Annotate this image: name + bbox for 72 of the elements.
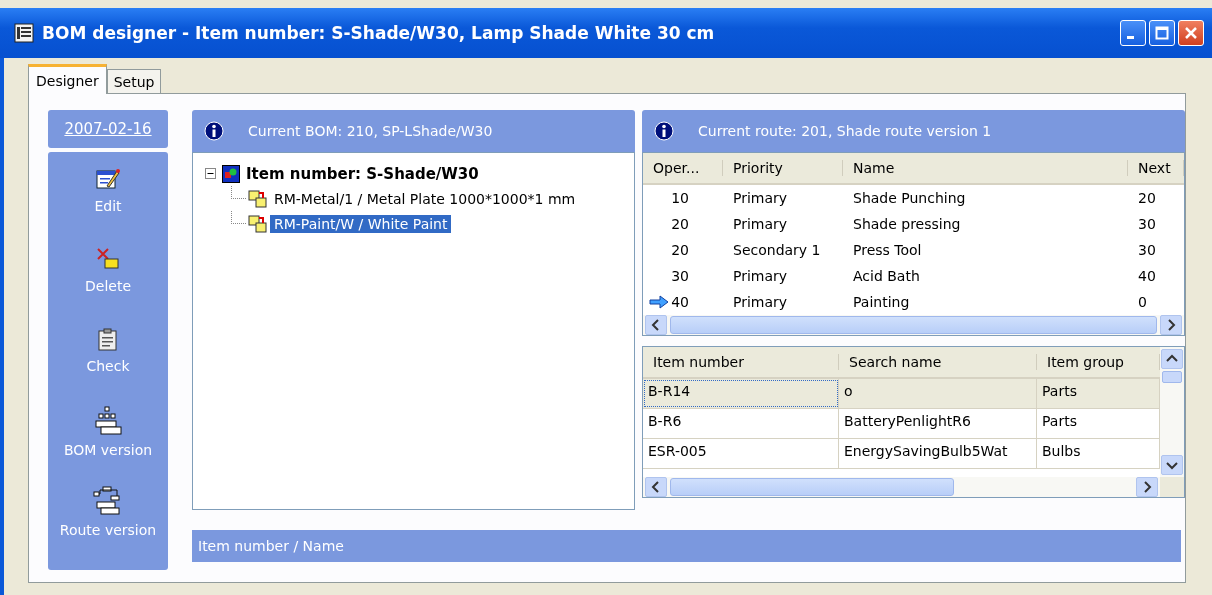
table-cell-text: Secondary 1 [732, 242, 822, 258]
tree-item[interactable]: RM-Metal/1 / Metal Plate 1000*1000*1 mm [270, 189, 580, 208]
table-cell-text: Primary [732, 190, 789, 206]
filter-label: Item number / Name [198, 538, 344, 554]
table-cell: 10 [671, 190, 689, 206]
table-cell: BatteryPenlightR6 [839, 409, 1037, 438]
column-header[interactable]: Search name [839, 354, 1037, 370]
tree-item[interactable]: RM-Paint/W / White Paint [270, 214, 452, 233]
info-icon [654, 121, 674, 141]
tree-item[interactable]: Item number: S-Shade/W30 [246, 164, 479, 183]
table-cell: B-R14 [643, 379, 839, 408]
chevron-down-icon[interactable] [1166, 460, 1178, 470]
tab[interactable]: Setup [106, 69, 162, 93]
table-cell-text: Primary [732, 268, 789, 284]
component-icon [248, 189, 268, 208]
collapse-icon[interactable] [205, 168, 216, 179]
maximize-button[interactable] [1149, 20, 1175, 46]
table-cell-text: Shade pressing [852, 216, 962, 232]
table-cell-text: Primary [732, 294, 789, 310]
table-cell: o [839, 379, 1037, 408]
window-icon [14, 23, 34, 43]
close-button[interactable] [1178, 20, 1204, 46]
column-header[interactable]: Name [843, 160, 1128, 176]
table-cell-text: Primary [732, 216, 789, 232]
bom-title: Current BOM: 210, SP-LShade/W30 [248, 123, 493, 139]
hierarchy-icon [94, 406, 122, 436]
table-cell-text: 0 [1137, 294, 1148, 310]
chevron-right-icon[interactable] [1166, 319, 1176, 331]
table-cell: 20 [671, 242, 689, 258]
table-cell-text: Shade Punching [852, 190, 967, 206]
table-cell-text: 40 [1137, 268, 1157, 284]
vertical-scrollbar[interactable] [1160, 347, 1184, 477]
table-cell-text: 30 [1137, 242, 1157, 258]
table-cell-text: Acid Bath [852, 268, 921, 284]
chevron-left-icon[interactable] [651, 319, 661, 331]
horizontal-scrollbar[interactable] [643, 315, 1184, 335]
table-cell: 40 [671, 294, 689, 310]
column-header[interactable]: Next [1128, 160, 1184, 176]
arrow-icon [649, 295, 670, 309]
info-icon [204, 121, 224, 141]
chevron-up-icon[interactable] [1166, 354, 1178, 364]
window-title: BOM designer - Item number: S-Shade/W30, Lamp Shade White 30 cm [42, 23, 715, 43]
edit-icon [95, 166, 121, 192]
column-header[interactable]: Item number [643, 354, 839, 370]
chevron-left-icon[interactable] [651, 481, 661, 493]
scroll-thumb[interactable] [1162, 371, 1182, 383]
item-row[interactable]: B-R6 BatteryPenlightR6 Parts [643, 409, 1160, 439]
table-cell-text: Painting [852, 294, 911, 310]
table-cell: 30 [671, 268, 689, 284]
table-cell-text: 20 [1137, 190, 1157, 206]
component-icon [248, 214, 268, 233]
maximize-icon [1155, 26, 1169, 40]
column-header[interactable]: Oper... [643, 160, 723, 176]
item-row[interactable]: ESR-005 EnergySavingBulb5Wat Bulbs [643, 439, 1160, 469]
item-row[interactable]: B-R14 o Parts [643, 379, 1160, 409]
chevron-right-icon[interactable] [1142, 481, 1152, 493]
minimize-button[interactable] [1120, 20, 1146, 46]
table-cell: EnergySavingBulb5Wat [839, 439, 1037, 468]
table-cell: B-R6 [643, 409, 839, 438]
item-icon [222, 164, 240, 183]
horizontal-scrollbar[interactable] [643, 477, 1160, 497]
route-icon [93, 486, 123, 516]
close-icon [1184, 26, 1198, 40]
table-cell: ESR-005 [643, 439, 839, 468]
table-cell-text: Press Tool [852, 242, 923, 258]
route-title: Current route: 201, Shade route version 1 [698, 123, 992, 139]
tab[interactable]: Designer [28, 64, 107, 94]
table-cell-text: 30 [1137, 216, 1157, 232]
minimize-icon [1127, 36, 1134, 39]
table-cell: 20 [671, 216, 689, 232]
delete-icon [95, 246, 121, 272]
column-header[interactable]: Priority [723, 160, 843, 176]
